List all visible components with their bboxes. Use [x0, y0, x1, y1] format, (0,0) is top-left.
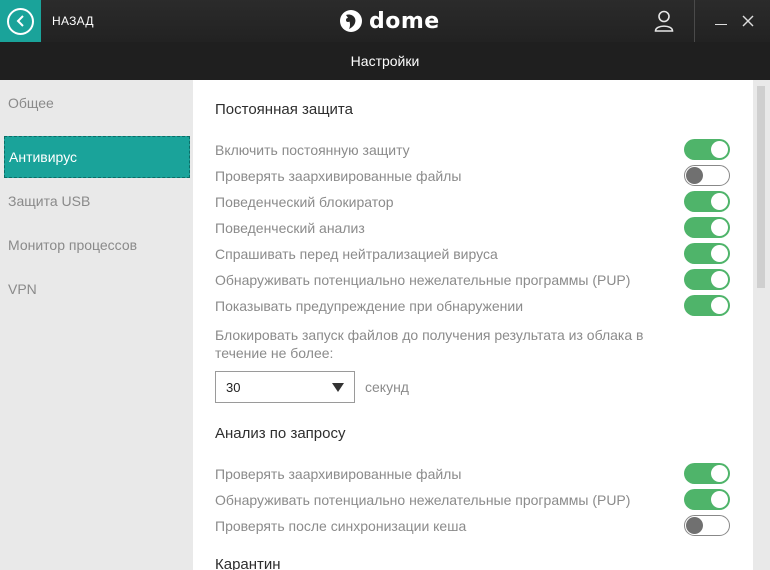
toggle-on-demand-detect-pup[interactable]: [684, 489, 730, 510]
section-title-on-demand: Анализ по запросу: [215, 425, 346, 442]
back-button[interactable]: [0, 0, 41, 42]
setting-label: Проверять после синхронизации кеша: [215, 518, 467, 534]
header-divider: [694, 0, 695, 42]
cloud-timeout-unit: секунд: [365, 379, 409, 395]
sidebar-item-general[interactable]: Общее: [8, 95, 54, 111]
toggle-behavior-blocker[interactable]: [684, 191, 730, 212]
user-icon: [654, 10, 674, 32]
setting-label: Проверять заархивированные файлы: [215, 466, 462, 482]
close-button[interactable]: [738, 10, 758, 32]
section-title-permanent-protection: Постоянная защита: [215, 101, 353, 118]
logo-text: dome: [369, 8, 440, 34]
scrollbar-thumb[interactable]: [757, 86, 765, 288]
sidebar: Общее Антивирус Защита USB Монитор проце…: [0, 80, 193, 570]
toggle-on-demand-scan-archives[interactable]: [684, 463, 730, 484]
sidebar-item-antivirus[interactable]: Антивирус: [4, 136, 190, 178]
sidebar-item-process-monitor[interactable]: Монитор процессов: [8, 237, 137, 253]
setting-label: Обнаруживать потенциально нежелательные …: [215, 492, 631, 508]
toggle-show-warning[interactable]: [684, 295, 730, 316]
page-title: Настройки: [350, 53, 420, 69]
cloud-timeout-select[interactable]: 30: [215, 371, 355, 403]
toggle-ask-before-neutralize[interactable]: [684, 243, 730, 264]
app-window: НАЗАД dome Настройки Общее Антивирус Защ…: [0, 0, 770, 570]
setting-label: Показывать предупреждение при обнаружени…: [215, 298, 524, 314]
sidebar-item-usb-protection[interactable]: Защита USB: [8, 193, 90, 209]
setting-label: Поведенческий анализ: [215, 220, 365, 236]
user-account-button[interactable]: [649, 7, 679, 35]
setting-label: Поведенческий блокиратор: [215, 194, 394, 210]
toggle-scan-archives[interactable]: [684, 165, 730, 186]
title-bar: НАЗАД dome: [0, 0, 770, 42]
cloud-block-description: Блокировать запуск файлов до получения р…: [215, 327, 644, 361]
back-label[interactable]: НАЗАД: [52, 14, 94, 28]
cloud-timeout-value: 30: [226, 380, 241, 395]
setting-label: Обнаруживать потенциально нежелательные …: [215, 272, 631, 288]
setting-label: Включить постоянную защиту: [215, 142, 410, 158]
minimize-button[interactable]: [712, 10, 732, 32]
page-header: Настройки: [0, 42, 770, 80]
toggle-detect-pup[interactable]: [684, 269, 730, 290]
panda-logo-icon: [340, 10, 362, 32]
toggle-behavior-analysis[interactable]: [684, 217, 730, 238]
toggle-scan-after-cache-sync[interactable]: [684, 515, 730, 536]
sidebar-item-vpn[interactable]: VPN: [8, 281, 37, 297]
setting-label: Спрашивать перед нейтрализацией вируса: [215, 246, 498, 262]
close-icon: [742, 15, 754, 27]
dropdown-arrow-icon: [332, 383, 344, 392]
setting-label: Проверять заархивированные файлы: [215, 168, 462, 184]
section-title-quarantine: Карантин: [215, 556, 281, 570]
settings-panel: Постоянная защита Включить постоянную за…: [193, 80, 753, 570]
dome-logo: dome: [339, 6, 440, 36]
back-arrow-icon: [7, 7, 34, 35]
toggle-enable-permanent-protection[interactable]: [684, 139, 730, 160]
